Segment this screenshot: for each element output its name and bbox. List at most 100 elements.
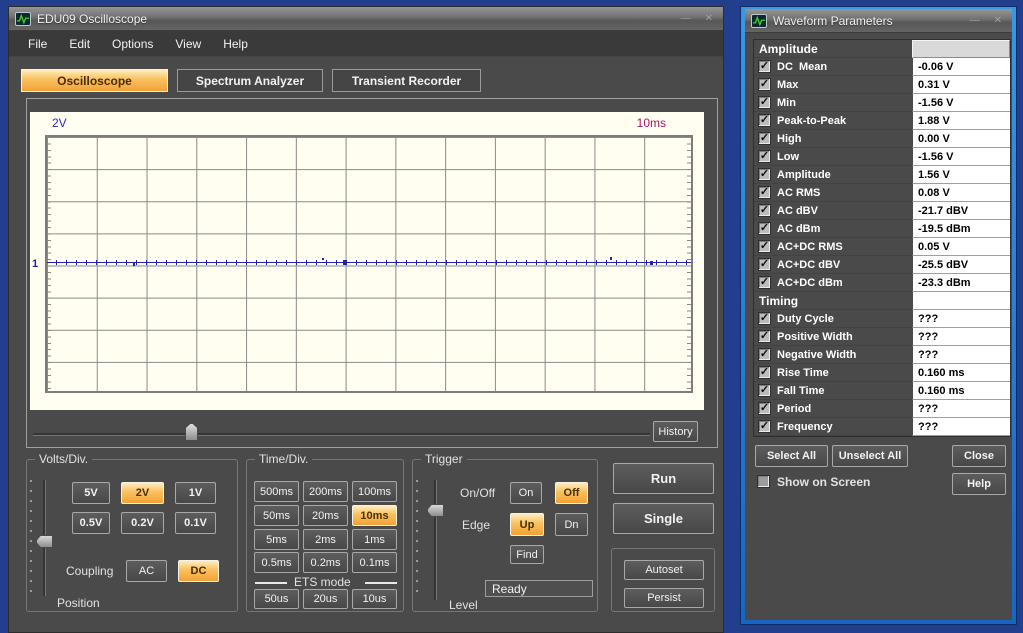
time-2ms-button[interactable]: 2ms	[303, 529, 348, 550]
param-row: ✓Low -1.56 V	[754, 148, 1010, 166]
coupling-ac-button[interactable]: AC	[126, 560, 167, 582]
param-value: ???	[912, 346, 1010, 364]
checkbox[interactable]: ✓	[758, 96, 771, 109]
volts-5v-button[interactable]: 5V	[72, 482, 110, 504]
checkbox[interactable]: ✓	[758, 60, 771, 73]
checkbox[interactable]: ✓	[758, 384, 771, 397]
param-label: DC Mean	[777, 61, 827, 73]
time-500ms-button[interactable]: 500ms	[254, 481, 299, 502]
trigger-on-button[interactable]: On	[510, 482, 542, 504]
param-row: ✓ High 0.00 V	[754, 130, 1010, 148]
time-per-div-readout: 10ms	[637, 116, 666, 130]
checkbox[interactable]: ✓	[758, 186, 771, 199]
menu-options[interactable]: Options	[101, 37, 164, 51]
checkbox[interactable]: ✓	[758, 258, 771, 271]
trigger-level-slider-thumb[interactable]	[427, 504, 444, 517]
volts-div-title: Volts/Div.	[35, 452, 92, 466]
trigger-find-button[interactable]: Find	[510, 545, 544, 564]
trigger-dn-button[interactable]: Dn	[555, 513, 588, 536]
checkbox[interactable]: ✓	[758, 240, 771, 253]
param-value: ???	[912, 400, 1010, 418]
checkbox[interactable]: ✓	[758, 330, 771, 343]
param-value: -23.3 dBm	[912, 274, 1010, 292]
tab-oscilloscope[interactable]: Oscilloscope	[21, 69, 168, 92]
time-1ms-button[interactable]: 1ms	[352, 529, 397, 550]
checkbox[interactable]: ✓	[758, 204, 771, 217]
param-label: High	[777, 133, 801, 145]
param-label: Peak-to-Peak	[777, 115, 846, 127]
param-value: -21.7 dBV	[912, 202, 1010, 220]
time-20ms-button[interactable]: 20ms	[303, 505, 348, 526]
menu-view[interactable]: View	[164, 37, 212, 51]
volts-0-1v-button[interactable]: 0.1V	[175, 512, 216, 534]
volts-1v-button[interactable]: 1V	[175, 482, 216, 504]
checkbox[interactable]: ✓	[758, 348, 771, 361]
checkbox[interactable]: ✓	[758, 114, 771, 127]
time-50us-button[interactable]: 50us	[254, 589, 299, 609]
checkbox[interactable]: ✓	[758, 276, 771, 289]
time-0-2ms-button[interactable]: 0.2ms	[303, 552, 348, 573]
run-button[interactable]: Run	[613, 463, 714, 494]
close-button[interactable]: Close	[952, 445, 1006, 467]
time-5ms-button[interactable]: 5ms	[254, 529, 299, 550]
menu-edit[interactable]: Edit	[58, 37, 101, 51]
param-label: Duty Cycle	[777, 313, 834, 325]
time-position-slider-track[interactable]	[33, 433, 650, 436]
time-position-slider-thumb[interactable]	[185, 423, 198, 441]
tab-spectrum-analyzer[interactable]: Spectrum Analyzer	[177, 69, 323, 92]
close-icon[interactable]: ✕	[705, 14, 713, 24]
checkbox[interactable]: ✓	[758, 420, 771, 433]
time-200ms-button[interactable]: 200ms	[303, 481, 348, 502]
param-value: 1.56 V	[912, 166, 1010, 184]
history-button[interactable]: History	[653, 421, 698, 442]
param-label: AC RMS	[777, 187, 820, 199]
params-app-icon	[751, 14, 767, 28]
param-value: 0.00 V	[912, 130, 1010, 148]
time-50ms-button[interactable]: 50ms	[254, 505, 299, 526]
time-100ms-button[interactable]: 100ms	[352, 481, 397, 502]
channel-1-marker[interactable]: 1	[32, 258, 38, 270]
trigger-level-slider-track[interactable]	[434, 480, 437, 600]
checkbox[interactable]: ✓	[758, 78, 771, 91]
menu-file[interactable]: File	[17, 37, 58, 51]
checkbox[interactable]: ✓	[758, 366, 771, 379]
time-10ms-button[interactable]: 10ms	[352, 505, 397, 526]
params-titlebar[interactable]: Waveform Parameters — ✕	[745, 9, 1012, 33]
main-titlebar[interactable]: EDU09 Oscilloscope — ✕	[9, 7, 723, 31]
unselect-all-button[interactable]: Unselect All	[832, 445, 908, 467]
param-row: ✓AC dBV -21.7 dBV	[754, 202, 1010, 220]
time-20us-button[interactable]: 20us	[303, 589, 348, 609]
param-row: ✓AC+DC dBV -25.5 dBV	[754, 256, 1010, 274]
show-on-screen-checkbox[interactable]	[757, 475, 770, 488]
coupling-dc-button[interactable]: DC	[178, 560, 219, 582]
minimize-icon[interactable]: —	[681, 14, 691, 24]
volts-2v-button[interactable]: 2V	[121, 482, 164, 504]
section-header: Amplitude	[754, 40, 912, 58]
volts-position-slider-thumb[interactable]	[36, 535, 53, 548]
volts-0-5v-button[interactable]: 0.5V	[72, 512, 110, 534]
single-button[interactable]: Single	[613, 503, 714, 534]
param-label: Low	[777, 151, 799, 163]
autoset-button[interactable]: Autoset	[624, 560, 704, 580]
menu-help[interactable]: Help	[212, 37, 259, 51]
select-all-button[interactable]: Select All	[755, 445, 828, 467]
minimize-icon[interactable]: —	[970, 16, 980, 26]
help-button[interactable]: Help	[952, 473, 1006, 495]
param-label: AC+DC dBV	[777, 259, 840, 271]
trigger-up-button[interactable]: Up	[510, 513, 544, 536]
trigger-off-button[interactable]: Off	[555, 482, 588, 504]
time-0-1ms-button[interactable]: 0.1ms	[352, 552, 397, 573]
section-header-row: Amplitude	[754, 40, 1010, 58]
checkbox[interactable]: ✓	[758, 132, 771, 145]
tab-transient-recorder[interactable]: Transient Recorder	[332, 69, 481, 92]
checkbox[interactable]: ✓	[758, 168, 771, 181]
time-0-5ms-button[interactable]: 0.5ms	[254, 552, 299, 573]
time-10us-button[interactable]: 10us	[352, 589, 397, 609]
checkbox[interactable]: ✓	[758, 150, 771, 163]
close-icon[interactable]: ✕	[994, 16, 1002, 26]
persist-button[interactable]: Persist	[624, 588, 704, 608]
volts-0-2v-button[interactable]: 0.2V	[121, 512, 164, 534]
checkbox[interactable]: ✓	[758, 312, 771, 325]
checkbox[interactable]: ✓	[758, 402, 771, 415]
checkbox[interactable]: ✓	[758, 222, 771, 235]
